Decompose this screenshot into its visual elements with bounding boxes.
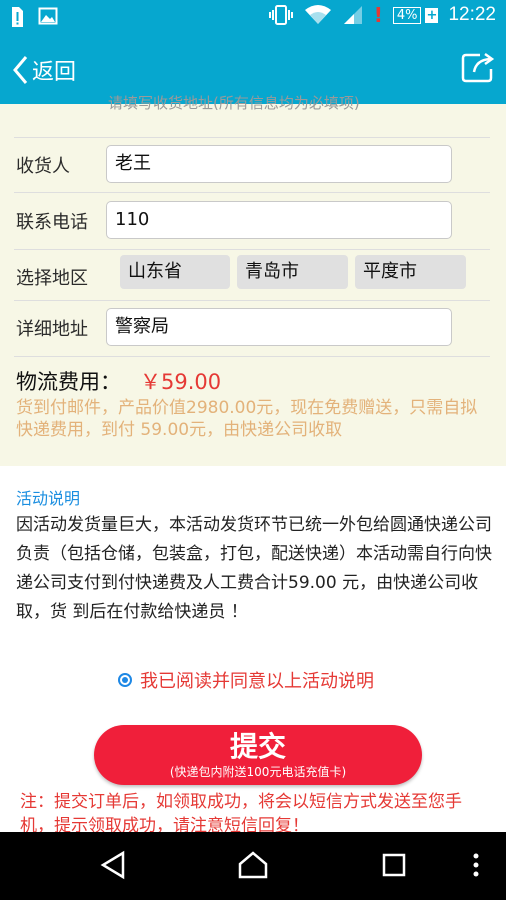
wifi-icon bbox=[304, 5, 331, 24]
address-label: 详细地址 bbox=[16, 319, 88, 340]
recipient-label: 收货人 bbox=[16, 156, 70, 177]
status-right: ! 4% + 12:22 bbox=[268, 3, 496, 27]
nav-back-button[interactable] bbox=[99, 850, 127, 884]
submit-button[interactable]: 提交 (快递包内附送100元电话充值卡) bbox=[94, 725, 422, 785]
back-button[interactable]: 返回 bbox=[12, 54, 76, 86]
phone-label: 联系电话 bbox=[16, 212, 88, 233]
nav-home-button[interactable] bbox=[237, 850, 269, 884]
back-triangle-icon bbox=[100, 850, 125, 880]
share-button[interactable] bbox=[460, 52, 496, 88]
agreement-checkbox[interactable]: 我已阅读并同意以上活动说明 bbox=[118, 667, 374, 693]
more-vertical-icon bbox=[473, 853, 479, 877]
vibrate-icon bbox=[268, 5, 293, 25]
battery-percent: 4% bbox=[392, 6, 422, 24]
agreement-text: 我已阅读并同意以上活动说明 bbox=[140, 671, 374, 692]
home-icon bbox=[238, 851, 268, 879]
chevron-left-icon bbox=[13, 56, 28, 84]
activity-title: 活动说明 bbox=[16, 489, 81, 508]
fee-label: 物流费用： bbox=[16, 370, 121, 394]
city-select[interactable]: 青岛市 bbox=[237, 255, 348, 289]
system-nav-bar bbox=[0, 832, 506, 900]
fee-description: 货到付邮件，产品价值2980.00元，现在免费赠送，只需自拟快递费用，到付 59… bbox=[16, 398, 478, 440]
image-icon bbox=[38, 7, 58, 25]
share-icon bbox=[461, 52, 495, 83]
form-hint: 请填写收货地址(所有信息均为必填项) bbox=[108, 94, 360, 112]
recents-icon bbox=[382, 853, 406, 877]
sim-alert-icon bbox=[12, 7, 23, 27]
submit-note: 注：提交订单后，如领取成功，将会以短信方式发送至您手机，提示领取成功，请注意短信… bbox=[20, 792, 462, 836]
nav-recents-button[interactable] bbox=[380, 850, 408, 884]
battery-indicator: 4% + bbox=[392, 6, 439, 24]
district-select[interactable]: 平度市 bbox=[355, 255, 466, 289]
submit-sublabel: (快递包内附送100元电话充值卡) bbox=[169, 765, 347, 779]
status-bar: ! 4% + 12:22 bbox=[0, 0, 506, 34]
submit-label: 提交 bbox=[229, 730, 286, 763]
activity-body: 因活动发货量巨大，本活动发货环节已统一外包给圆通快递公司负责（包括仓储，包装盒，… bbox=[16, 515, 492, 622]
recipient-input[interactable]: 老王 bbox=[106, 145, 452, 183]
radio-checked-icon bbox=[118, 673, 132, 687]
status-left-icons bbox=[10, 6, 58, 28]
phone-input[interactable]: 110 bbox=[106, 201, 452, 239]
province-select[interactable]: 山东省 bbox=[120, 255, 230, 289]
region-label: 选择地区 bbox=[16, 268, 88, 289]
status-time: 12:22 bbox=[448, 4, 496, 25]
signal-icon bbox=[343, 6, 362, 24]
back-label: 返回 bbox=[32, 60, 77, 85]
nav-menu-button[interactable] bbox=[470, 850, 482, 884]
alert-icon: ! bbox=[373, 3, 383, 27]
charging-icon: + bbox=[425, 7, 439, 23]
fee-value: ￥59.00 bbox=[140, 370, 222, 394]
address-input[interactable]: 警察局 bbox=[106, 308, 452, 346]
